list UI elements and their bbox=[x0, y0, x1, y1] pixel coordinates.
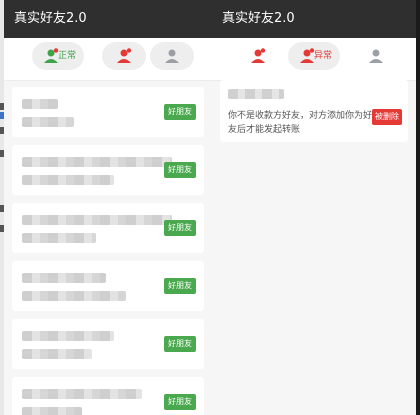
right-title: 真实好友2.0 bbox=[212, 0, 416, 38]
list-item: 好朋友 bbox=[12, 145, 204, 195]
friend-button[interactable]: 好朋友 bbox=[164, 104, 196, 120]
friend-button[interactable]: 好朋友 bbox=[164, 278, 196, 294]
blurred-name bbox=[228, 89, 284, 99]
blurred-name bbox=[22, 99, 58, 109]
list-item: 好朋友 bbox=[12, 87, 204, 137]
tab-other[interactable] bbox=[150, 42, 194, 70]
blurred-info bbox=[22, 349, 92, 359]
tab-normal[interactable] bbox=[236, 42, 280, 70]
list-item: 好朋友 bbox=[12, 377, 204, 415]
tab-abnormal[interactable]: 异常 bbox=[288, 42, 340, 70]
person-gray-icon bbox=[369, 49, 383, 63]
blurred-name bbox=[22, 157, 172, 167]
friend-list: 好朋友 好朋友 好朋友 好朋友 好朋友 好朋友 bbox=[4, 81, 212, 415]
list-item: 好朋友 bbox=[12, 261, 204, 311]
tab-abnormal[interactable] bbox=[102, 42, 146, 70]
person-red-icon bbox=[251, 48, 266, 63]
list-item: 好朋友 bbox=[12, 203, 204, 253]
friend-button[interactable]: 好朋友 bbox=[164, 336, 196, 352]
tab-normal[interactable]: 正常 bbox=[32, 42, 84, 70]
tab-abnormal-label: 异常 bbox=[313, 51, 332, 61]
blurred-info bbox=[22, 233, 96, 243]
tab-other[interactable] bbox=[354, 42, 398, 70]
blurred-info bbox=[22, 175, 114, 185]
left-title: 真实好友2.0 bbox=[4, 0, 212, 38]
friend-button[interactable]: 好朋友 bbox=[164, 220, 196, 236]
list-item: 好朋友 bbox=[12, 319, 204, 369]
right-panel: 真实好友2.0 异常 你不是收款方好友，对方添加你为好友后才能发起转账 被删除 bbox=[212, 0, 416, 415]
blurred-name bbox=[22, 331, 114, 341]
blurred-info bbox=[22, 117, 74, 127]
right-tab-bar: 异常 bbox=[212, 38, 416, 81]
blurred-name bbox=[22, 389, 142, 399]
blurred-name bbox=[22, 273, 106, 283]
abnormal-list-item: 你不是收款方好友，对方添加你为好友后才能发起转账 被删除 bbox=[220, 80, 408, 142]
abnormal-message: 你不是收款方好友，对方添加你为好友后才能发起转账 bbox=[228, 111, 373, 135]
deleted-badge[interactable]: 被删除 bbox=[372, 109, 402, 125]
blurred-name bbox=[22, 215, 172, 225]
person-red-icon bbox=[117, 48, 132, 63]
blurred-info bbox=[22, 407, 82, 415]
left-tab-bar: 正常 bbox=[4, 38, 212, 81]
friend-button[interactable]: 好朋友 bbox=[164, 162, 196, 178]
blurred-info bbox=[22, 291, 126, 301]
left-panel: 真实好友2.0 正常 好朋友 好朋友 好朋友 好朋友 好朋友 好朋友 bbox=[4, 0, 212, 415]
person-gray-icon bbox=[165, 49, 179, 63]
tab-normal-label: 正常 bbox=[57, 51, 76, 61]
friend-button[interactable]: 好朋友 bbox=[164, 394, 196, 410]
